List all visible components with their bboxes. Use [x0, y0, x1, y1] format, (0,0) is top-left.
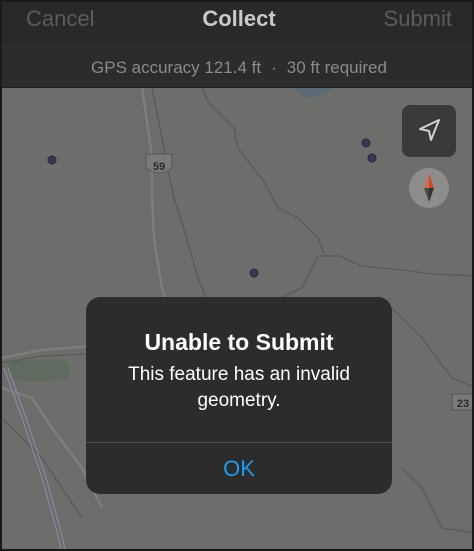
alert-title: Unable to Submit [144, 329, 334, 355]
app-frame: Cancel Collect Submit GPS accuracy 121.4… [0, 0, 474, 551]
ok-button[interactable]: OK [86, 443, 392, 494]
alert-message: This feature has an invalid geometry. [128, 364, 350, 411]
alert-dialog: Unable to Submit This feature has an inv… [86, 297, 392, 494]
